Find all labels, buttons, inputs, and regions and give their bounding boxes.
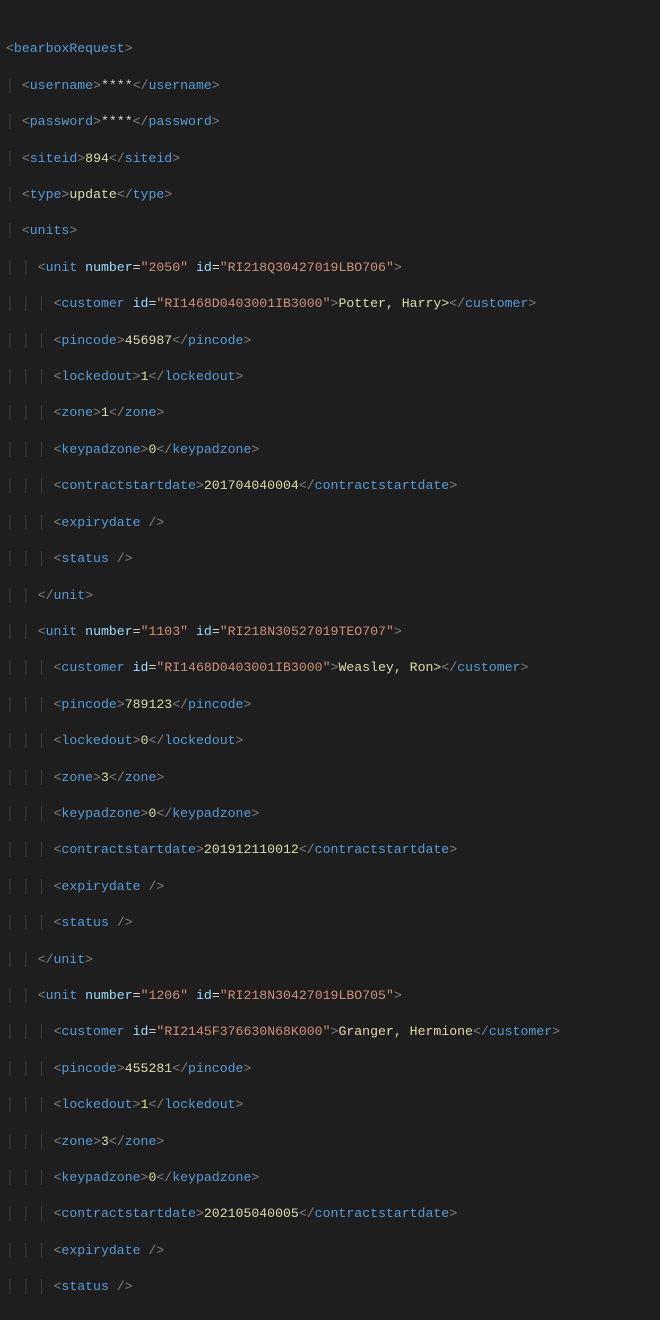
tag-customer: customer xyxy=(61,1024,124,1039)
code-line: │ │ │ <contractstartdate>201912110012</c… xyxy=(6,841,660,859)
unit0-number: 2050 xyxy=(148,260,180,275)
unit2-id: RI218N30427019LBO705 xyxy=(228,988,386,1003)
unit2-number: 1206 xyxy=(148,988,180,1003)
unit2-contractstartdate: 202105040005 xyxy=(204,1206,299,1221)
unit0-id: RI218Q30427019LBO706 xyxy=(228,260,386,275)
code-line: │ │ <unit number="1206" id="RI218N304270… xyxy=(6,987,660,1005)
unit1-customer-id: RI1468D0403001IB3000 xyxy=(164,660,322,675)
code-line: │ │ │ <customer id="RI2145F376630N68K000… xyxy=(6,1023,660,1041)
tag-units: units xyxy=(30,223,70,238)
tag-password: password xyxy=(30,114,93,129)
code-line: │ │ │ <zone>3</zone> xyxy=(6,1133,660,1151)
code-line: │ │ │ <expirydate /> xyxy=(6,878,660,896)
code-line: │ │ │ <pincode>455281</pincode> xyxy=(6,1060,660,1078)
tag-status: status xyxy=(61,551,108,566)
unit2-customer-id: RI2145F376630N68K000 xyxy=(164,1024,322,1039)
unit2-customer-value: Granger, Hermione xyxy=(338,1024,473,1039)
type-value: update xyxy=(69,187,116,202)
unit1-pincode: 789123 xyxy=(125,697,172,712)
code-line: │ <siteid>894</siteid> xyxy=(6,150,660,168)
code-line: │ │ │ <contractstartdate>201704040004</c… xyxy=(6,477,660,495)
tag-expirydate: expirydate xyxy=(61,515,140,530)
tag-lockedout: lockedout xyxy=(61,369,132,384)
code-line: │ │ </unit> xyxy=(6,951,660,969)
unit1-zone: 3 xyxy=(101,770,109,785)
code-line: │ │ │ <status /> xyxy=(6,1278,660,1296)
code-line: │ │ │ <keypadzone>0</keypadzone> xyxy=(6,1169,660,1187)
code-line: │ │ <unit number="2050" id="RI218Q304270… xyxy=(6,259,660,277)
code-line: │ <type>update</type> xyxy=(6,186,660,204)
code-line: │ <units> xyxy=(6,222,660,240)
unit2-pincode: 455281 xyxy=(125,1061,172,1076)
code-line: │ │ │ <contractstartdate>202105040005</c… xyxy=(6,1205,660,1223)
code-line: │ │ │ <pincode>789123</pincode> xyxy=(6,696,660,714)
username-value: **** xyxy=(101,78,133,93)
tag-zone: zone xyxy=(61,405,93,420)
password-value: **** xyxy=(101,114,133,129)
code-line: │ │ │ <customer id="RI1468D0403001IB3000… xyxy=(6,659,660,677)
unit0-pincode: 456987 xyxy=(125,333,172,348)
tag-unit: unit xyxy=(46,260,78,275)
code-line: │ │ │ <lockedout>1</lockedout> xyxy=(6,368,660,386)
unit0-customer-value: Potter, Harry> xyxy=(338,296,449,311)
tag-type: type xyxy=(30,187,62,202)
unit1-lockedout: 0 xyxy=(141,733,149,748)
code-line: │ │ │ <pincode>456987</pincode> xyxy=(6,332,660,350)
tag-customer: customer xyxy=(61,660,124,675)
tag-bearboxRequest: bearboxRequest xyxy=(14,41,125,56)
tag-customer: customer xyxy=(61,296,124,311)
unit2-zone: 3 xyxy=(101,1134,109,1149)
tag-keypadzone: keypadzone xyxy=(61,442,140,457)
unit2-lockedout: 1 xyxy=(141,1097,149,1112)
code-line: │ │ │ <lockedout>0</lockedout> xyxy=(6,732,660,750)
code-line: │ │ │ <status /> xyxy=(6,914,660,932)
tag-username: username xyxy=(30,78,93,93)
code-line: │ │ │ <keypadzone>0</keypadzone> xyxy=(6,441,660,459)
unit0-zone: 1 xyxy=(101,405,109,420)
code-line: <bearboxRequest> xyxy=(6,40,660,58)
code-line: │ │ │ <expirydate /> xyxy=(6,514,660,532)
code-line: │ <password>****</password> xyxy=(6,113,660,131)
unit1-id: RI218N30527019TEO707 xyxy=(228,624,386,639)
code-line: │ │ │ <customer id="RI1468D0403001IB3000… xyxy=(6,295,660,313)
code-line: │ │ │ <keypadzone>0</keypadzone> xyxy=(6,805,660,823)
unit0-contractstartdate: 201704040004 xyxy=(204,478,299,493)
unit0-customer-id: RI1468D0403001IB3000 xyxy=(164,296,322,311)
siteid-value: 894 xyxy=(85,151,109,166)
code-line: │ │ │ <status /> xyxy=(6,550,660,568)
tag-contractstartdate: contractstartdate xyxy=(61,478,196,493)
unit1-customer-value: Weasley, Ron> xyxy=(338,660,441,675)
unit1-number: 1103 xyxy=(148,624,180,639)
code-line: │ │ </unit> xyxy=(6,587,660,605)
tag-unit: unit xyxy=(46,624,78,639)
tag-unit: unit xyxy=(46,988,78,1003)
unit1-keypadzone: 0 xyxy=(148,806,156,821)
code-line: │ │ │ <zone>3</zone> xyxy=(6,769,660,787)
code-line: │ │ │ <lockedout>1</lockedout> xyxy=(6,1096,660,1114)
tag-siteid: siteid xyxy=(30,151,77,166)
code-line: │ │ <unit number="1103" id="RI218N305270… xyxy=(6,623,660,641)
unit1-contractstartdate: 201912110012 xyxy=(204,842,299,857)
tag-pincode: pincode xyxy=(61,333,116,348)
code-line: │ │ │ <expirydate /> xyxy=(6,1242,660,1260)
code-line: │ <username>****</username> xyxy=(6,77,660,95)
code-line: │ │ │ <zone>1</zone> xyxy=(6,404,660,422)
unit2-keypadzone: 0 xyxy=(148,1170,156,1185)
